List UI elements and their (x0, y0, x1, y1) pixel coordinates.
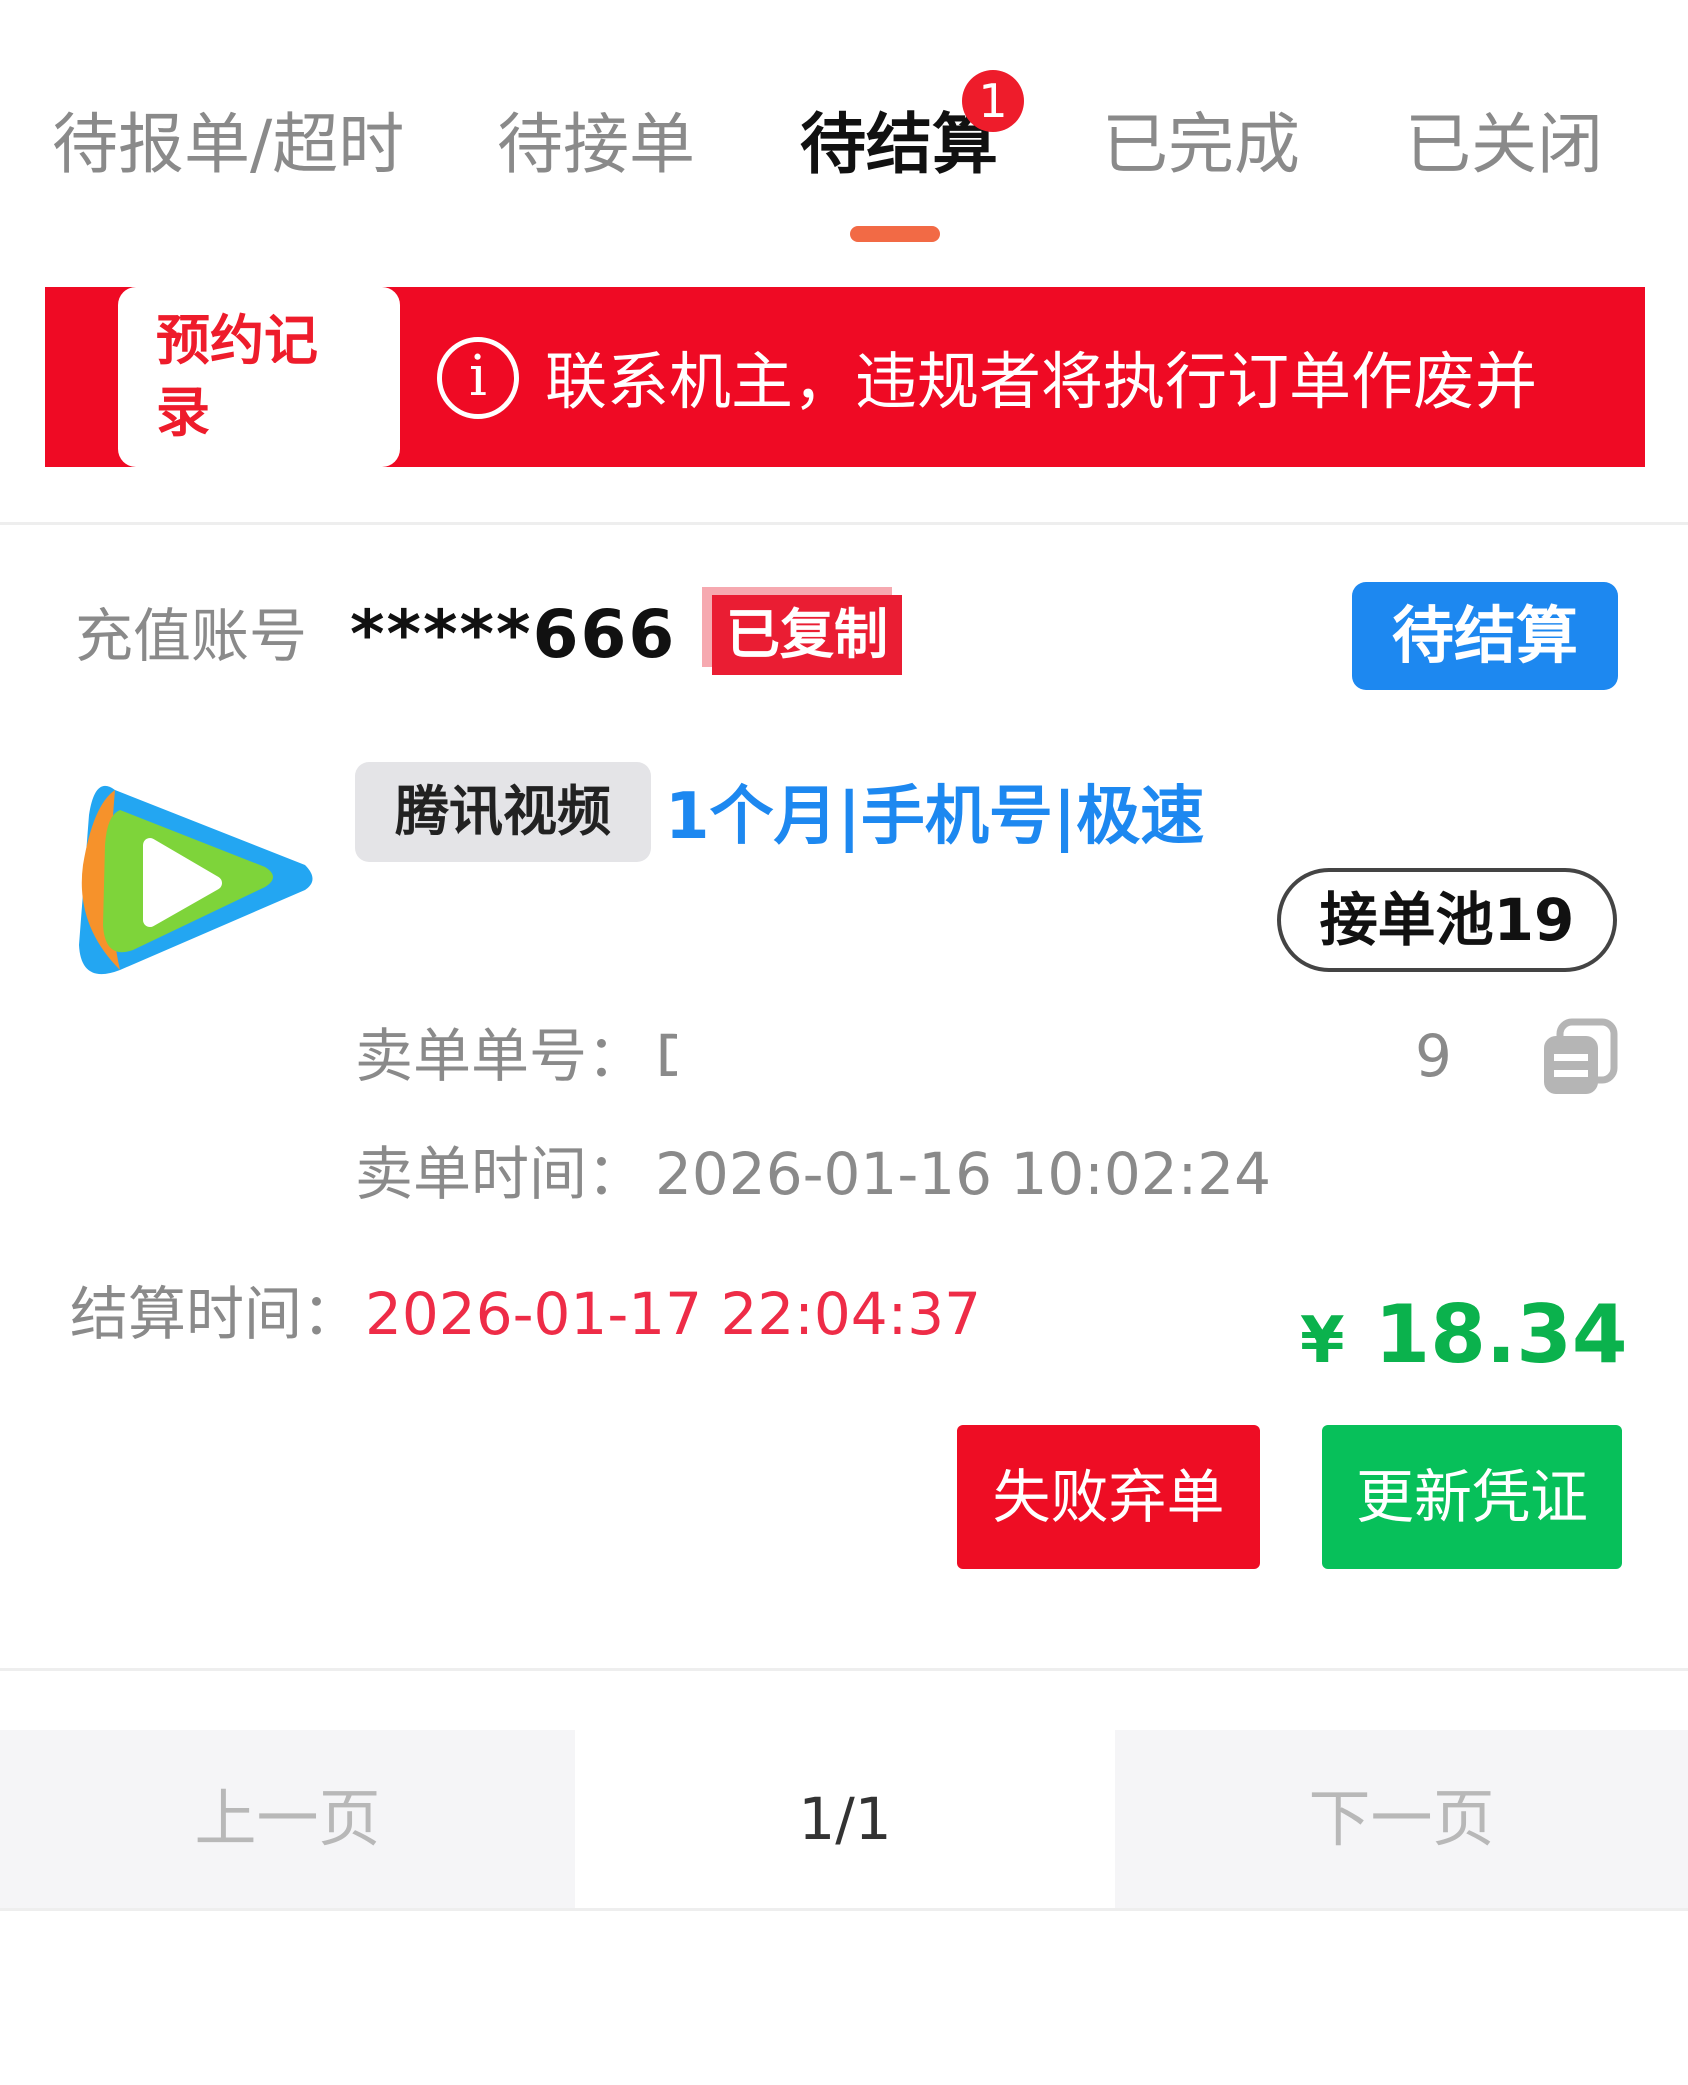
pagination: 上一页 1/1 下一页 (0, 1730, 1688, 1908)
tab-pending-accept[interactable]: 待接单 (497, 105, 695, 185)
copy-icon[interactable] (1540, 1018, 1618, 1096)
sell-time-label: 卖单时间： (355, 1140, 646, 1208)
notice-banner: 预约记录 i 联系机主，违规者将执行订单作废并 (45, 287, 1645, 467)
order-number-head: D (655, 1020, 677, 1092)
tab-pending-report[interactable]: 待报单/超时 (52, 105, 404, 185)
next-page-button[interactable]: 下一页 (1115, 1730, 1688, 1908)
product-spec: 1个月|手机号|极速 (665, 780, 1205, 854)
active-tab-indicator (850, 226, 940, 242)
divider (0, 1908, 1688, 1911)
info-icon: i (437, 337, 519, 419)
price-value: 18.34 (1374, 1288, 1628, 1381)
copied-toast: 已复制 (712, 595, 902, 675)
notice-marquee-text: 联系机主，违规者将执行订单作废并 (545, 345, 1538, 418)
settlement-time-label: 结算时间： (70, 1280, 361, 1348)
order-pool-badge: 接单池19 (1277, 868, 1617, 972)
divider (0, 1668, 1688, 1671)
order-price: ¥18.34 (1300, 1285, 1628, 1391)
reservation-record-button[interactable]: 预约记录 (118, 287, 400, 467)
account-label: 充值账号 (75, 602, 308, 670)
currency-symbol: ¥ (1300, 1304, 1345, 1378)
divider (0, 522, 1688, 525)
order-number-value: D 9 (655, 1020, 1455, 1092)
account-value[interactable]: *****666 (350, 595, 676, 675)
tab-closed[interactable]: 已关闭 (1405, 105, 1603, 185)
order-status-tabs: 待报单/超时 待接单 待结算 1 已完成 已关闭 (0, 0, 1688, 260)
reservation-record-label: 预约记录 (156, 309, 318, 444)
tab-completed[interactable]: 已完成 (1102, 105, 1300, 185)
page: 待报单/超时 待接单 待结算 1 已完成 已关闭 预约记录 i 联系机主，违规者… (0, 0, 1688, 2085)
tab-count-badge: 1 (962, 70, 1024, 132)
status-badge: 待结算 (1352, 582, 1618, 690)
order-number-label: 卖单单号： (355, 1022, 646, 1090)
page-indicator: 1/1 (798, 1785, 892, 1853)
update-proof-button[interactable]: 更新凭证 (1322, 1425, 1622, 1569)
order-number-tail: 9 (1415, 1022, 1452, 1090)
sell-time-value: 2026-01-16 10:02:24 (655, 1140, 1271, 1208)
tencent-video-logo (75, 765, 320, 995)
previous-page-button[interactable]: 上一页 (0, 1730, 575, 1908)
product-tag: 腾讯视频 (355, 762, 651, 862)
settlement-time-value: 2026-01-17 22:04:37 (365, 1280, 981, 1348)
abandon-order-button[interactable]: 失败弃单 (957, 1425, 1260, 1569)
